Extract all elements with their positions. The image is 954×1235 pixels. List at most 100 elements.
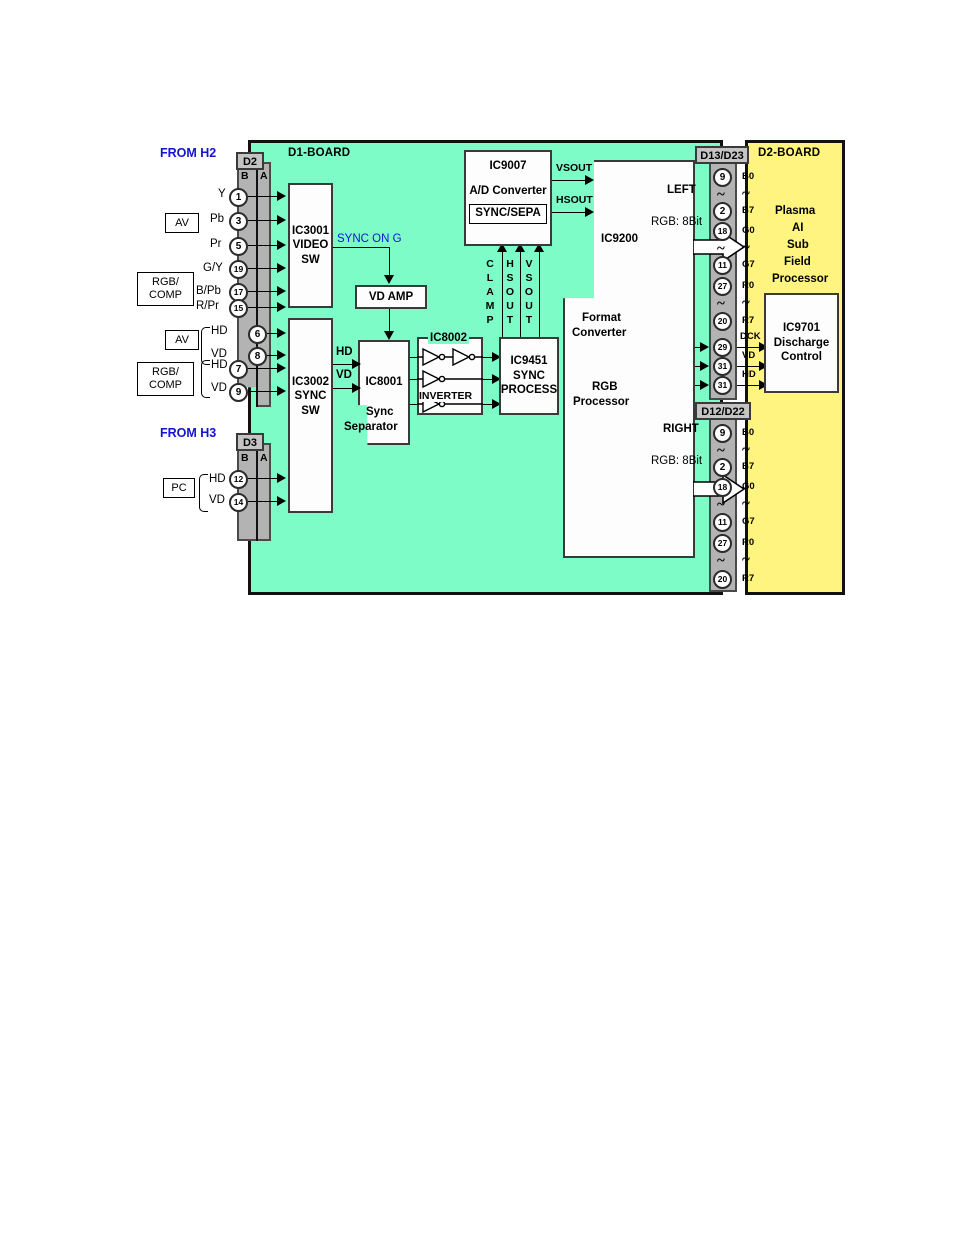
signal-label-vd-rgb: VD [211, 382, 227, 394]
connector-d2-col-a: A [260, 170, 268, 182]
pin-d12-18[interactable]: 18 [713, 478, 732, 497]
plasma-line5: Processor [772, 273, 829, 285]
signal-label-gy: G/Y [203, 262, 223, 274]
block-ic9701: IC9701 Discharge Control [764, 293, 839, 393]
wire-hd-rgb [248, 368, 280, 369]
pin-d13-31b[interactable]: 31 [713, 376, 732, 395]
pin-d13-18[interactable]: 18 [713, 222, 732, 241]
source-box-rgb-comp-video: RGB/ COMP [137, 272, 194, 306]
d2-board-title: D2-BOARD [758, 147, 821, 159]
pin-d12-11[interactable]: 11 [713, 513, 732, 532]
arrow-hd-out [700, 380, 709, 390]
pin-d13-11[interactable]: 11 [713, 256, 732, 275]
source-label-line1: RGB/ [152, 366, 179, 379]
diagram-canvas: D1-BOARD D2-BOARD FROM H2 FROM H3 AV RGB… [0, 0, 954, 1235]
signal-label-vd-pc: VD [209, 494, 225, 506]
arrow-hd-ic8001 [352, 359, 361, 369]
pinlabel-d12-b7: B7 [742, 461, 755, 472]
pin-d13-29[interactable]: 29 [713, 338, 732, 357]
pin-d12-2[interactable]: 2 [713, 458, 732, 477]
block-ic3001: IC3001 VIDEO SW [288, 183, 333, 308]
block-ic8002-line2: INVERTER [419, 390, 473, 402]
block-ic9007-line2: A/D Converter [469, 185, 547, 198]
pin-d2-19[interactable]: 19 [229, 260, 248, 279]
pin-d12-9[interactable]: 9 [713, 424, 732, 443]
pinlabel-d12-g0: G0 [742, 481, 755, 492]
pin-d2-3[interactable]: 3 [229, 212, 248, 231]
pin-d13-9[interactable]: 9 [713, 168, 732, 187]
connector-d3-divider [256, 443, 258, 541]
pin-d2-6[interactable]: 6 [248, 325, 267, 344]
block-ic9451-id: IC9451 [510, 355, 548, 368]
pinlabel-d13-dck: DCK [740, 331, 761, 342]
pin-d12-27[interactable]: 27 [713, 534, 732, 553]
arrow-vd-ic8001 [352, 383, 361, 393]
label-clamp-vertical: CLAMP [484, 258, 496, 328]
block-ic3002: IC3002 SYNC SW [288, 318, 333, 513]
pinlabel-d12-r0: R0 [742, 537, 755, 548]
block-ic9007: IC9007 A/D Converter [464, 150, 552, 246]
pin-d2-7[interactable]: 7 [229, 360, 248, 379]
signal-label-rpr: R/Pr [196, 300, 219, 312]
from-h3-label: FROM H3 [160, 426, 217, 440]
plasma-line4: Field [784, 256, 811, 268]
pinlabel-d13-r7: R7 [742, 315, 755, 326]
wire-hsout-up [520, 248, 521, 337]
arrow-vd-av [277, 350, 286, 360]
arrow-into-vd-amp [384, 275, 394, 284]
inverter-gates-icon [417, 347, 483, 414]
connector-d13-tag: D13/D23 [695, 146, 749, 164]
plasma-line2: AI [792, 222, 804, 234]
block-ic8002-id: IC8002 [428, 332, 470, 344]
pinlabel-d13-gap2: ~ [742, 240, 750, 256]
source-label: PC [171, 481, 187, 494]
pinlabel-d12-gap3: ~ [742, 552, 750, 568]
from-h2-label: FROM H2 [160, 146, 217, 160]
pin-d2-5[interactable]: 5 [229, 237, 248, 256]
arrow-into-ic8001 [384, 331, 394, 340]
wire-y [248, 196, 280, 197]
pin-d2-8[interactable]: 8 [248, 347, 267, 366]
block-ic3002-id: IC3002 [291, 375, 330, 388]
pin-d3-14[interactable]: 14 [229, 493, 248, 512]
brace-pc [199, 474, 208, 512]
pin-d12-20[interactable]: 20 [713, 570, 732, 589]
wire-vd-pc [248, 501, 280, 502]
pin-d13-2[interactable]: 2 [713, 202, 732, 221]
connector-d12-tag: D12/D22 [695, 402, 751, 420]
pin-d12-gap2: ~ [717, 497, 725, 513]
source-box-pc: PC [163, 478, 195, 498]
wire-rpr [248, 307, 280, 308]
signal-label-bpb: B/Pb [196, 285, 221, 297]
pin-d2-15[interactable]: 15 [229, 299, 248, 318]
label-rgb-8bit-right: RGB: 8Bit [651, 455, 703, 467]
block-ic8001-line2: Sync [366, 406, 394, 418]
pin-d13-27[interactable]: 27 [713, 277, 732, 296]
pin-d2-9[interactable]: 9 [229, 383, 248, 402]
pin-d3-12[interactable]: 12 [229, 470, 248, 489]
source-label: AV [175, 216, 189, 229]
block-sync-sepa: SYNC/SEPA [469, 204, 547, 224]
block-ic9200-line5: Processor [573, 396, 630, 408]
block-vd-amp: VD AMP [355, 285, 427, 309]
arrow-y [277, 191, 286, 201]
pin-d2-1[interactable]: 1 [229, 188, 248, 207]
label-vsout-vertical: VSOUT [523, 258, 535, 328]
signal-label-y: Y [218, 188, 226, 200]
pin-d13-20[interactable]: 20 [713, 312, 732, 331]
label-left: LEFT [667, 184, 696, 196]
pinlabel-d13-g7: G7 [742, 259, 755, 270]
pinlabel-d12-r7: R7 [742, 573, 755, 584]
pin-d13-31a[interactable]: 31 [713, 357, 732, 376]
connector-d2-divider [256, 162, 258, 407]
block-ic3002-line3: SW [301, 404, 320, 417]
arrow-rpr [277, 302, 286, 312]
pinlabel-d13-gap3: ~ [742, 295, 750, 311]
label-right: RIGHT [663, 423, 699, 435]
source-label-line1: RGB/ [152, 276, 179, 289]
label-hsout-vertical: HSOUT [504, 258, 516, 328]
arrow-vd-rgb [277, 386, 286, 396]
pinlabel-d13-b7: B7 [742, 205, 755, 216]
block-ic9451-line2: SYNC [513, 369, 545, 382]
arrow-gy [277, 263, 286, 273]
